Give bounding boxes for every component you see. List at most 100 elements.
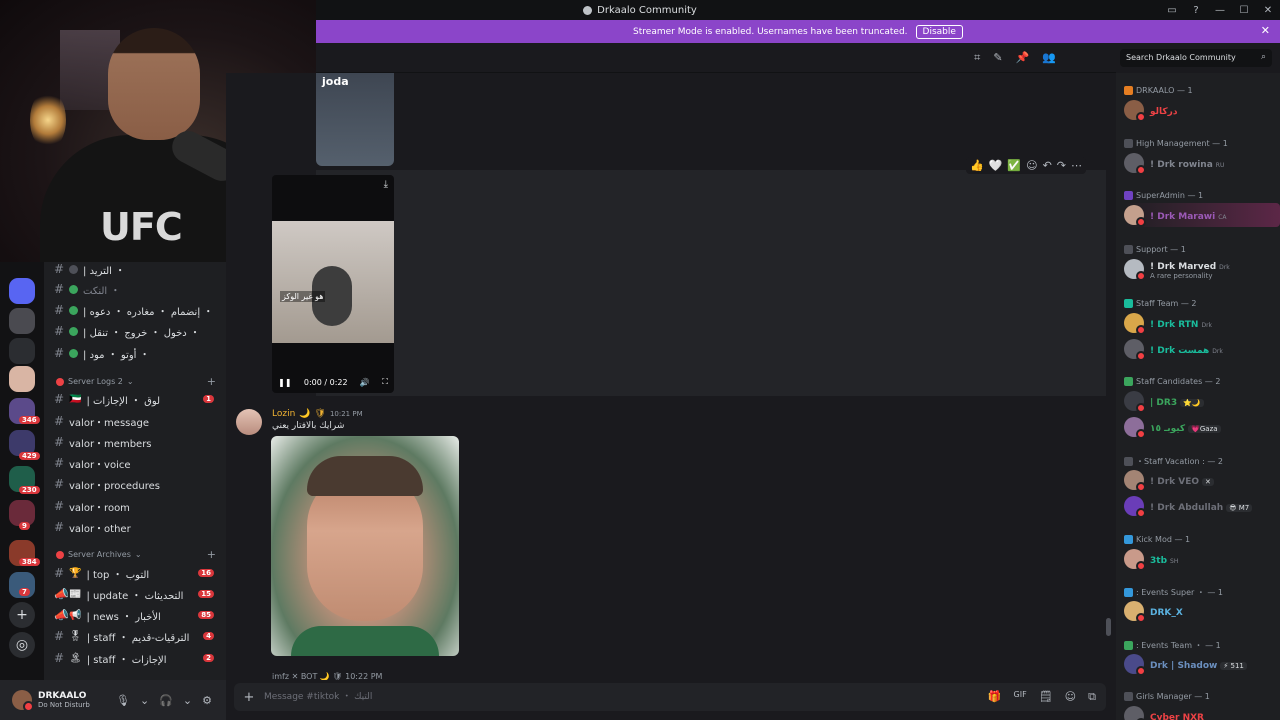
- fullscreen-icon[interactable]: ⛶: [382, 377, 388, 387]
- member-item[interactable]: دركالو: [1124, 98, 1276, 122]
- hash-icon: #: [54, 303, 65, 317]
- minimize-icon[interactable]: —: [1208, 5, 1232, 16]
- channel-item[interactable]: # 🇰🇼 | لوق ・ الإجازات 1: [54, 389, 222, 409]
- notification-settings-icon[interactable]: ✎: [993, 51, 1002, 65]
- channel-item[interactable]: # valor・members: [54, 432, 222, 452]
- role-icon: [1124, 139, 1133, 148]
- member-item[interactable]: | DR3 ⭐🌙: [1124, 389, 1276, 413]
- member-item[interactable]: DRK_X: [1124, 599, 1276, 623]
- channel-item[interactable]: # | دخول ・ خروج ・ تنقل ・: [54, 321, 222, 341]
- server-icon[interactable]: [9, 308, 35, 334]
- pinned-messages-icon[interactable]: 📌: [1016, 51, 1030, 65]
- member-item[interactable]: Drk | Shadow ⚡ 511: [1124, 652, 1276, 676]
- channel-item[interactable]: # | أوتو ・ مود ・: [54, 343, 222, 363]
- download-icon[interactable]: ⤓: [384, 179, 388, 190]
- search-input[interactable]: Search Drkaalo Community ⌕: [1120, 49, 1272, 67]
- member-item[interactable]: Cyber NXR: [1124, 704, 1276, 720]
- message-input[interactable]: [264, 692, 944, 702]
- user-names[interactable]: DRKAALO Do Not Disturb: [38, 691, 90, 709]
- chat-scrollbar[interactable]: [1106, 618, 1111, 636]
- member-info: | DR3 ⭐🌙: [1150, 394, 1204, 408]
- threads-icon[interactable]: ⌗: [974, 51, 980, 65]
- member-item[interactable]: كيوبـ ١٥ 💗Gaza: [1124, 415, 1276, 439]
- reply-icon[interactable]: ↶: [1043, 159, 1052, 172]
- server-icon[interactable]: [9, 278, 35, 304]
- message-avatar[interactable]: [236, 409, 262, 435]
- hash-icon: #: [54, 477, 65, 491]
- volume-icon[interactable]: 🔊: [360, 378, 370, 387]
- category-icon: [56, 550, 64, 559]
- chevron-down-icon: ⌄: [126, 377, 134, 386]
- member-avatar: [1124, 706, 1146, 720]
- channel-item[interactable]: 📣 📢 | news ・ الأخبار 85: [54, 605, 222, 625]
- channel-item[interactable]: # 🏝 | staff ・ الإجازات 2: [54, 648, 222, 668]
- close-banner-icon[interactable]: ✕: [1261, 24, 1270, 37]
- maximize-icon[interactable]: ☐: [1232, 5, 1256, 16]
- add-reaction-icon[interactable]: ☺: [1026, 159, 1037, 172]
- more-options-icon[interactable]: ⋯: [1071, 159, 1082, 172]
- server-icon[interactable]: [9, 338, 35, 364]
- channel-item[interactable]: # 🏆 | top ・ التوب 16: [54, 563, 222, 583]
- gear-icon[interactable]: ⚙: [202, 694, 212, 707]
- heart-reaction-icon[interactable]: 🤍: [989, 159, 1003, 172]
- channel-item[interactable]: # valor・voice: [54, 453, 222, 473]
- microphone-icon[interactable]: 🎙: [116, 694, 130, 707]
- check-reaction-icon[interactable]: ✅: [1007, 159, 1021, 172]
- sticker-icon[interactable]: 🗒: [1039, 690, 1053, 704]
- video-attachment[interactable]: ⤓ هو غير الوكز ❚❚ 0:00 / 0:22 🔊 ⛶: [272, 175, 394, 393]
- channel-item[interactable]: # النكت ・: [54, 279, 222, 299]
- search-placeholder: Search Drkaalo Community: [1126, 53, 1236, 62]
- member-item[interactable]: ! Drk Marawi CA: [1124, 203, 1280, 227]
- gif-icon[interactable]: GIF: [1014, 690, 1027, 704]
- forward-icon[interactable]: ↷: [1057, 159, 1066, 172]
- image-attachment[interactable]: joda: [316, 73, 394, 166]
- member-item[interactable]: ! Drk RTN Drk: [1124, 311, 1276, 335]
- channel-item[interactable]: # | التريد ・: [54, 259, 222, 279]
- category-server-archives[interactable]: Server Archives ⌄ +: [56, 548, 222, 561]
- channel-item[interactable]: 📣 📰 | update ・ التحديثات 15: [54, 584, 222, 604]
- role-icon: [1124, 641, 1133, 650]
- hash-icon: #: [54, 435, 65, 449]
- user-controls: 🎙 ⌄ 🎧 ⌄ ⚙: [116, 694, 212, 707]
- disable-streamer-mode-button[interactable]: Disable: [915, 24, 963, 39]
- member-item[interactable]: ! Drk Marved Drk A rare personality: [1124, 257, 1276, 281]
- channel-item[interactable]: # 🎖 | staff ・ الترقيات-قديم 4: [54, 626, 222, 646]
- discover-servers-icon[interactable]: ◎: [9, 632, 35, 658]
- gift-icon[interactable]: 🎁: [988, 690, 1002, 704]
- message-image[interactable]: [271, 436, 459, 656]
- member-info: كيوبـ ١٥ 💗Gaza: [1150, 420, 1221, 434]
- chevron-down-icon[interactable]: ⌄: [183, 694, 192, 707]
- member-item[interactable]: ! Drk همست Drk: [1124, 337, 1276, 361]
- thumbs-up-reaction-icon[interactable]: 👍: [970, 159, 984, 172]
- channel-item[interactable]: # valor・procedures: [54, 474, 222, 494]
- chevron-down-icon[interactable]: ⌄: [140, 694, 149, 707]
- pause-icon[interactable]: ❚❚: [278, 378, 291, 387]
- member-name: ! Drk Abdullah: [1150, 503, 1224, 513]
- member-item[interactable]: ! Drk Abdullah 😎 M7: [1124, 494, 1276, 518]
- close-window-icon[interactable]: ✕: [1256, 5, 1280, 16]
- inbox-icon[interactable]: ▭: [1160, 5, 1184, 16]
- message-author[interactable]: Lozin: [272, 409, 295, 419]
- member-item[interactable]: ! Drk rowina RU: [1124, 151, 1276, 175]
- create-channel-icon[interactable]: +: [207, 375, 216, 388]
- add-server-icon[interactable]: +: [9, 602, 35, 628]
- add-attachment-icon[interactable]: +: [234, 690, 264, 705]
- create-channel-icon[interactable]: +: [207, 548, 216, 561]
- channel-item[interactable]: # valor・other: [54, 517, 222, 537]
- channel-item[interactable]: # valor・message: [54, 411, 222, 431]
- category-server-logs[interactable]: Server Logs 2 ⌄ +: [56, 375, 222, 388]
- channel-emoji-icon: 🏝: [69, 652, 82, 664]
- member-item[interactable]: 3tb SH: [1124, 547, 1276, 571]
- emoji-icon[interactable]: ☺: [1065, 690, 1076, 704]
- user-avatar[interactable]: [12, 690, 34, 712]
- hash-icon: #: [54, 456, 65, 470]
- member-list-icon[interactable]: 👥: [1042, 51, 1056, 65]
- channel-item[interactable]: # | إنضمام ・ مغادره ・ دعوه ・: [54, 300, 222, 320]
- apps-icon[interactable]: ⧉: [1088, 690, 1096, 704]
- channel-item[interactable]: # valor・room: [54, 496, 222, 516]
- channel-emoji-icon: 📰: [69, 588, 82, 600]
- help-icon[interactable]: ?: [1184, 5, 1208, 16]
- headphones-icon[interactable]: 🎧: [159, 694, 173, 707]
- server-icon[interactable]: [9, 366, 35, 392]
- member-item[interactable]: ! Drk VEO ✕: [1124, 468, 1276, 492]
